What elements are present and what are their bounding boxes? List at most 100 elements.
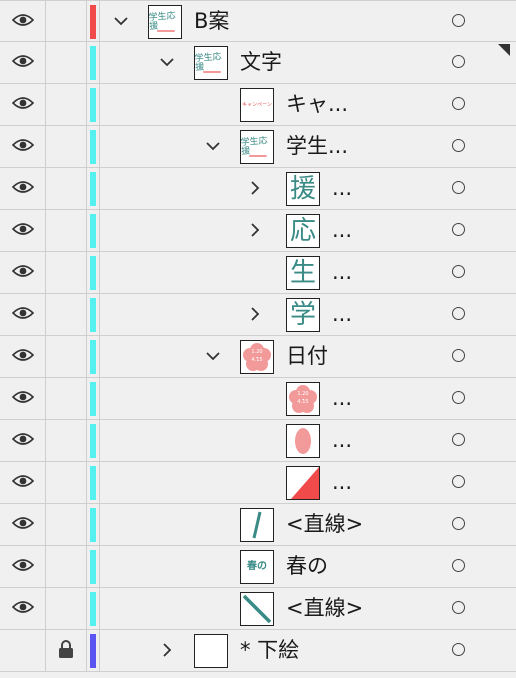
visibility-toggle[interactable] [0, 252, 46, 293]
target-circle-icon[interactable] [452, 559, 465, 572]
eye-icon[interactable] [11, 473, 34, 492]
layer-row[interactable]: 学... [0, 294, 516, 336]
lock-icon[interactable] [58, 639, 74, 663]
layer-row[interactable]: 1.20 4.15... [0, 378, 516, 420]
target-circle-icon[interactable] [452, 181, 465, 194]
layer-name[interactable]: 春の [286, 546, 328, 587]
visibility-toggle[interactable] [0, 1, 46, 42]
eye-icon[interactable] [11, 137, 34, 156]
layer-row[interactable]: <直線> [0, 588, 516, 630]
target-circle-icon[interactable] [452, 517, 465, 530]
target-circle-icon[interactable] [452, 433, 465, 446]
target-circle-icon[interactable] [452, 601, 465, 614]
chevron-down-icon[interactable] [110, 7, 132, 35]
layer-row[interactable]: 学生応援 B案 [0, 0, 516, 42]
chevron-right-icon[interactable] [244, 216, 266, 244]
lock-toggle[interactable] [46, 588, 87, 629]
layer-row[interactable]: 春の 春の [0, 546, 516, 588]
visibility-toggle[interactable] [0, 630, 46, 671]
layer-name[interactable]: 日付 [286, 336, 328, 377]
visibility-toggle[interactable] [0, 420, 46, 461]
eye-icon[interactable] [11, 515, 34, 534]
lock-toggle[interactable] [46, 420, 87, 461]
lock-toggle[interactable] [46, 168, 87, 209]
layer-row[interactable]: 1.20 4.15 日付 [0, 336, 516, 378]
lock-toggle[interactable] [46, 462, 87, 503]
visibility-toggle[interactable] [0, 168, 46, 209]
lock-toggle[interactable] [46, 252, 87, 293]
visibility-toggle[interactable] [0, 588, 46, 629]
layer-name[interactable]: * 下絵 [240, 630, 299, 671]
eye-icon[interactable] [11, 263, 34, 282]
chevron-down-icon[interactable] [202, 132, 224, 160]
target-circle-icon[interactable] [452, 139, 465, 152]
lock-toggle[interactable] [46, 126, 87, 167]
eye-icon[interactable] [11, 431, 34, 450]
layer-row[interactable]: ... [0, 462, 516, 504]
target-circle-icon[interactable] [452, 475, 465, 488]
layer-row[interactable]: 援... [0, 168, 516, 210]
eye-icon[interactable] [11, 12, 34, 31]
target-circle-icon[interactable] [452, 349, 465, 362]
layer-row[interactable]: ... [0, 420, 516, 462]
target-circle-icon[interactable] [452, 391, 465, 404]
lock-toggle[interactable] [46, 504, 87, 545]
lock-toggle[interactable] [46, 1, 87, 42]
eye-icon[interactable] [11, 305, 34, 324]
layer-name[interactable]: ... [332, 210, 352, 251]
visibility-toggle[interactable] [0, 210, 46, 251]
target-circle-icon[interactable] [452, 97, 465, 110]
visibility-toggle[interactable] [0, 504, 46, 545]
visibility-toggle[interactable] [0, 546, 46, 587]
eye-icon[interactable] [11, 179, 34, 198]
eye-icon[interactable] [11, 221, 34, 240]
chevron-down-icon[interactable] [156, 48, 178, 76]
eye-icon[interactable] [11, 347, 34, 366]
layer-row[interactable]: 学生応援 学生... [0, 126, 516, 168]
visibility-toggle[interactable] [0, 42, 46, 83]
layer-name[interactable]: ... [332, 378, 352, 419]
lock-toggle[interactable] [46, 630, 87, 671]
layer-name[interactable]: キャ... [286, 84, 348, 125]
lock-toggle[interactable] [46, 42, 87, 83]
layer-name[interactable]: 学生... [286, 126, 348, 167]
eye-icon[interactable] [11, 557, 34, 576]
visibility-toggle[interactable] [0, 294, 46, 335]
layer-name[interactable]: ... [332, 420, 352, 461]
chevron-right-icon[interactable] [244, 300, 266, 328]
eye-icon[interactable] [11, 95, 34, 114]
visibility-toggle[interactable] [0, 378, 46, 419]
lock-toggle[interactable] [46, 294, 87, 335]
chevron-right-icon[interactable] [156, 636, 178, 664]
eye-icon[interactable] [11, 53, 34, 72]
layer-name[interactable]: <直線> [286, 588, 363, 629]
lock-toggle[interactable] [46, 378, 87, 419]
chevron-down-icon[interactable] [202, 342, 224, 370]
layer-name[interactable]: ... [332, 168, 352, 209]
layer-row[interactable]: * 下絵 [0, 630, 516, 672]
layer-name[interactable]: 文字 [240, 42, 282, 83]
lock-toggle[interactable] [46, 210, 87, 251]
visibility-toggle[interactable] [0, 462, 46, 503]
target-circle-icon[interactable] [452, 643, 465, 656]
eye-icon[interactable] [11, 389, 34, 408]
visibility-toggle[interactable] [0, 336, 46, 377]
visibility-toggle[interactable] [0, 126, 46, 167]
layer-row[interactable]: 学生応援 文字 [0, 42, 516, 84]
layer-name[interactable]: ... [332, 294, 352, 335]
layer-row[interactable]: キャンペーン キャ... [0, 84, 516, 126]
layer-name[interactable]: ... [332, 462, 352, 503]
lock-toggle[interactable] [46, 336, 87, 377]
lock-toggle[interactable] [46, 546, 87, 587]
layer-name[interactable]: <直線> [286, 504, 363, 545]
layer-row[interactable]: 生... [0, 252, 516, 294]
layer-row[interactable]: 応... [0, 210, 516, 252]
eye-icon[interactable] [11, 599, 34, 618]
layer-name[interactable]: B案 [194, 1, 229, 42]
target-circle-icon[interactable] [452, 55, 465, 68]
layer-name[interactable]: ... [332, 252, 352, 293]
visibility-toggle[interactable] [0, 84, 46, 125]
target-circle-icon[interactable] [452, 307, 465, 320]
layer-row[interactable]: <直線> [0, 504, 516, 546]
chevron-right-icon[interactable] [244, 174, 266, 202]
